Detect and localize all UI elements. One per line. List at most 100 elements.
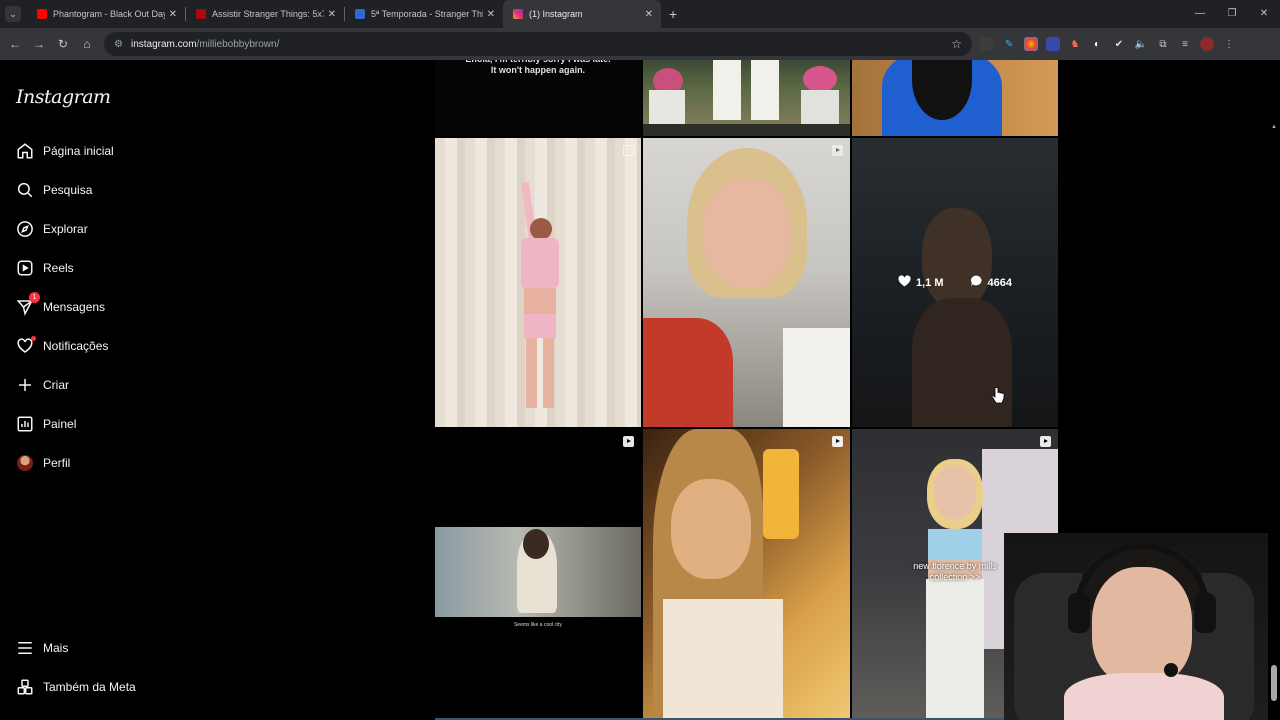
home-icon xyxy=(16,142,34,160)
post-thumbnail[interactable]: Enola, I'm terribly sorry I was late. It… xyxy=(435,60,641,136)
close-window-icon[interactable]: ✕ xyxy=(1248,0,1280,28)
tab-title: (1) Instagram xyxy=(529,9,583,19)
bookmark-star-icon[interactable]: ☆ xyxy=(951,37,962,51)
post-thumbnail[interactable] xyxy=(852,60,1058,136)
nav-label: Perfil xyxy=(43,456,71,470)
extension-icon[interactable]: ✎ xyxy=(1002,37,1016,51)
browser-tab-active[interactable]: (1) Instagram ✕ xyxy=(503,0,661,28)
tab-search-button[interactable]: ⌄ xyxy=(5,6,21,22)
reel-icon xyxy=(832,436,843,447)
close-tab-icon[interactable]: ✕ xyxy=(169,9,177,20)
page-scrollbar[interactable]: ▲ xyxy=(1268,60,1280,720)
unread-badge: 1 xyxy=(29,292,40,303)
nav-label: Pesquisa xyxy=(43,183,93,197)
tab-title: Assistir Stranger Things: 5x7 Du xyxy=(212,9,324,19)
forward-icon[interactable]: → xyxy=(27,37,51,51)
extension-icon[interactable]: ✔ xyxy=(1112,37,1126,51)
likes-stat: 1,1 M xyxy=(898,275,944,290)
post-thumbnail[interactable] xyxy=(643,138,850,427)
post-subtitle-text: Seems like a cool city xyxy=(513,622,563,628)
url-host: instagram.com xyxy=(130,38,197,50)
media-control-icon[interactable]: ≡ xyxy=(1178,37,1192,51)
browser-menu-icon[interactable]: ⋮ xyxy=(1222,37,1236,51)
nav-profile[interactable]: Perfil xyxy=(16,451,70,475)
browser-tab[interactable]: Assistir Stranger Things: 5x7 Du ✕ xyxy=(186,0,344,28)
audio-icon[interactable]: 🔈 xyxy=(1134,37,1148,51)
url-path: /milliebobbybrown/ xyxy=(196,38,280,50)
tab-title: 5ª Temporada - Stranger Thing xyxy=(371,9,483,19)
reload-icon[interactable]: ↻ xyxy=(51,37,75,51)
messenger-icon: 1 xyxy=(16,292,40,316)
nav-label: Explorar xyxy=(43,222,88,236)
close-tab-icon[interactable]: ✕ xyxy=(645,9,653,20)
carousel-icon xyxy=(623,145,634,156)
wiki-favicon-icon xyxy=(355,9,365,19)
address-bar[interactable]: ⚙ instagram.com/milliebobbybrown/ ☆ xyxy=(104,32,972,56)
window-controls: — ❐ ✕ xyxy=(1184,0,1280,28)
dashboard-icon xyxy=(16,415,34,433)
post-thumbnail-hovered[interactable]: 1,1 M 4664 xyxy=(852,138,1058,427)
hover-stats-overlay: 1,1 M 4664 xyxy=(852,138,1058,427)
meta-apps-icon xyxy=(16,678,34,696)
instagram-sidebar: Instagram Página inicial Pesquisa Explor… xyxy=(0,60,245,720)
reel-icon xyxy=(623,436,634,447)
instagram-logo[interactable]: Instagram xyxy=(16,86,111,108)
browser-tab[interactable]: 5ª Temporada - Stranger Thing ✕ xyxy=(345,0,503,28)
nav-notifications[interactable]: Notificações xyxy=(16,334,108,358)
extension-icon[interactable]: ♞ xyxy=(1068,37,1082,51)
post-thumbnail[interactable] xyxy=(643,60,850,136)
minimize-icon[interactable]: — xyxy=(1184,0,1216,28)
nav-label: Painel xyxy=(43,417,77,431)
extensions-area: ✎ ♞ ◐ ✔ 🔈 ⧉ ≡ ⋮ xyxy=(980,28,1236,60)
nav-search[interactable]: Pesquisa xyxy=(16,178,92,202)
nav-label: Página inicial xyxy=(43,144,114,158)
comments-stat: 4664 xyxy=(970,275,1012,290)
nav-label: Também da Meta xyxy=(43,680,136,694)
extension-icon[interactable] xyxy=(1024,37,1038,51)
browser-tab-strip: ⌄ Phantogram - Black Out Days ( ✕ Assist… xyxy=(0,0,1280,28)
hand-cursor-icon xyxy=(991,387,1005,410)
nav-more[interactable]: Mais xyxy=(16,636,68,660)
nav-label: Reels xyxy=(43,261,74,275)
extension-icon[interactable]: ◐ xyxy=(1090,37,1104,51)
search-icon xyxy=(16,181,34,199)
notification-dot xyxy=(31,336,36,341)
compass-icon xyxy=(16,220,34,238)
browser-toolbar: ← → ↻ ⌂ ⚙ instagram.com/milliebobbybrown… xyxy=(0,28,1280,60)
avatar xyxy=(16,454,34,472)
nav-home[interactable]: Página inicial xyxy=(16,139,114,163)
extensions-puzzle-icon[interactable]: ⧉ xyxy=(1156,37,1170,51)
reel-icon xyxy=(832,145,843,156)
reels-icon xyxy=(16,259,34,277)
site-info-icon[interactable]: ⚙ xyxy=(114,39,123,50)
nav-label: Mais xyxy=(43,641,69,655)
netflix-favicon-icon xyxy=(196,9,206,19)
nav-reels[interactable]: Reels xyxy=(16,256,74,280)
nav-messages[interactable]: 1 Mensagens xyxy=(16,292,105,319)
restore-icon[interactable]: ❐ xyxy=(1216,0,1248,28)
home-button-icon[interactable]: ⌂ xyxy=(75,37,99,51)
nav-also-from-meta[interactable]: Também da Meta xyxy=(16,675,136,699)
profile-avatar-icon[interactable] xyxy=(1200,37,1214,51)
close-tab-icon[interactable]: ✕ xyxy=(328,9,336,20)
extension-icon[interactable] xyxy=(1046,37,1060,51)
nav-explore[interactable]: Explorar xyxy=(16,217,88,241)
reel-icon xyxy=(1040,436,1051,447)
post-thumbnail[interactable]: Seems like a cool city xyxy=(435,429,641,718)
post-thumbnail[interactable] xyxy=(643,429,850,718)
heart-filled-icon xyxy=(898,275,911,290)
plus-icon xyxy=(16,376,34,394)
instagram-favicon-icon xyxy=(513,9,523,19)
nav-dashboard[interactable]: Painel xyxy=(16,412,76,436)
comments-count: 4664 xyxy=(987,276,1012,289)
nav-label: Notificações xyxy=(43,339,109,353)
extension-icon[interactable] xyxy=(980,37,994,51)
scroll-up-arrow-icon[interactable]: ▲ xyxy=(1271,124,1277,130)
scrollbar-thumb[interactable] xyxy=(1271,665,1277,701)
browser-tab[interactable]: Phantogram - Black Out Days ( ✕ xyxy=(27,0,185,28)
back-icon[interactable]: ← xyxy=(3,37,27,51)
post-thumbnail[interactable] xyxy=(435,138,641,427)
close-tab-icon[interactable]: ✕ xyxy=(487,9,495,20)
new-tab-icon[interactable]: + xyxy=(669,6,677,22)
nav-create[interactable]: Criar xyxy=(16,373,69,397)
